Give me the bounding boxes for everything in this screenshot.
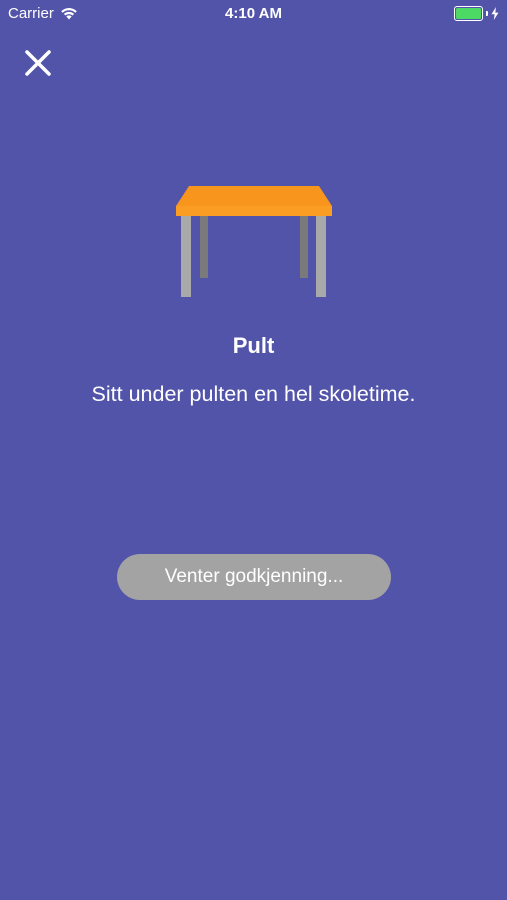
challenge-title: Pult	[232, 333, 275, 358]
battery-icon	[454, 6, 483, 21]
battery-level	[456, 8, 481, 19]
battery-tip	[486, 11, 488, 16]
desk-top-edge	[176, 206, 332, 216]
close-button[interactable]	[18, 43, 58, 83]
desk-icon	[176, 186, 332, 297]
bolt-icon	[491, 7, 499, 20]
desk-front-leg-right	[316, 216, 326, 297]
awaiting-approval-status: Venter godkjenning...	[117, 554, 391, 600]
awaiting-approval-label: Venter godkjenning...	[164, 566, 344, 587]
desk-back-leg-right	[300, 216, 308, 278]
close-icon	[25, 50, 51, 76]
desk-front-leg-left	[181, 216, 191, 297]
desk-back-leg-left	[200, 216, 208, 278]
challenge-description: Sitt under pulten en hel skoletime.	[91, 382, 416, 406]
battery-indicator	[454, 6, 499, 21]
status-bar: Carrier 4:10 AM	[0, 0, 507, 28]
status-time: 4:10 AM	[225, 5, 282, 22]
